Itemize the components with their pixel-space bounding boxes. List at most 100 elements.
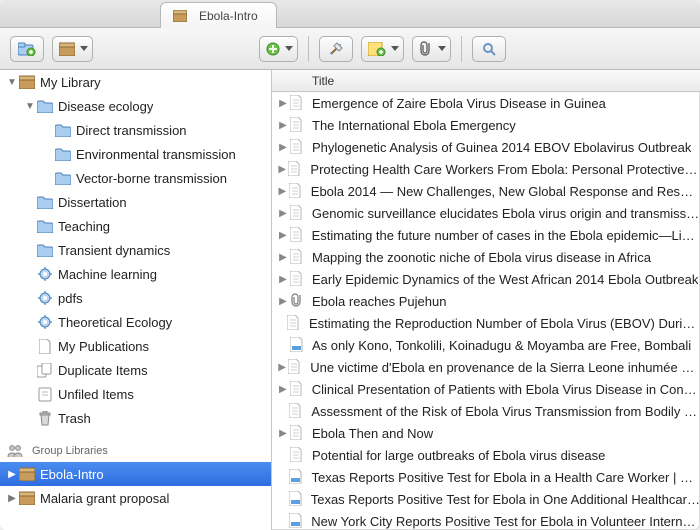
- doc-icon: [290, 227, 306, 243]
- item-row[interactable]: ▶Early Epidemic Dynamics of the West Afr…: [272, 268, 700, 290]
- tree-row[interactable]: Vector-borne transmission: [0, 166, 271, 190]
- item-row[interactable]: ▶Clinical Presentation of Patients with …: [272, 378, 700, 400]
- item-row[interactable]: Potential for large outbreaks of Ebola v…: [272, 444, 700, 466]
- tree-row[interactable]: Dissertation: [0, 190, 271, 214]
- disclosure-closed-icon[interactable]: ▶: [276, 120, 290, 131]
- item-row[interactable]: Estimating the Reproduction Number of Eb…: [272, 312, 700, 334]
- tab-ebola-intro[interactable]: Ebola-Intro: [160, 2, 277, 28]
- doc-icon: [290, 139, 306, 155]
- disclosure-open-icon[interactable]: ▼: [6, 77, 18, 88]
- item-title: As only Kono, Tonkolili, Koinadugu & Moy…: [312, 338, 691, 353]
- tree-row[interactable]: pdfs: [0, 286, 271, 310]
- item-title: Protecting Health Care Workers From Ebol…: [310, 162, 700, 177]
- tree-label: Direct transmission: [76, 123, 187, 138]
- tree-row[interactable]: ▶ Malaria grant proposal: [0, 486, 271, 510]
- new-collection-button[interactable]: [10, 36, 44, 62]
- disclosure-closed-icon[interactable]: ▶: [276, 274, 290, 285]
- item-row[interactable]: ▶Ebola Then and Now: [272, 422, 700, 444]
- tree-label: My Library: [40, 75, 101, 90]
- disclosure-closed-icon[interactable]: ▶: [276, 296, 290, 307]
- item-row[interactable]: As only Kono, Tonkolili, Koinadugu & Moy…: [272, 334, 700, 356]
- item-row[interactable]: ▶ Protecting Health Care Workers From Ebo…: [272, 158, 700, 180]
- item-row[interactable]: ▶ Genomic surveillance elucidates Ebola v…: [272, 202, 700, 224]
- content-pane: Title ▶Emergence of Zaire Ebola Virus Di…: [272, 70, 700, 530]
- doc-icon: [290, 271, 306, 287]
- new-note-button[interactable]: [361, 36, 404, 62]
- tree-row[interactable]: My Publications: [0, 334, 271, 358]
- web-icon: [289, 469, 305, 485]
- web-icon: [289, 513, 305, 529]
- unfiled-icon: [36, 385, 54, 403]
- disclosure-closed-icon[interactable]: ▶: [276, 186, 289, 197]
- item-row[interactable]: ▶ The International Ebola Emergency: [272, 114, 700, 136]
- tree-row[interactable]: ▶Ebola-Intro: [0, 462, 271, 486]
- tree-label: Malaria grant proposal: [40, 491, 169, 506]
- tree-label: Theoretical Ecology: [58, 315, 172, 330]
- disclosure-closed-icon[interactable]: ▶: [276, 142, 290, 153]
- disclosure-closed-icon[interactable]: ▶: [276, 362, 288, 373]
- tree-row[interactable]: Direct transmission: [0, 118, 271, 142]
- disclosure-closed-icon[interactable]: ▶: [276, 384, 290, 395]
- tree-row[interactable]: Teaching: [0, 214, 271, 238]
- tree-row[interactable]: Machine learning: [0, 262, 271, 286]
- tree-label: Duplicate Items: [58, 363, 148, 378]
- chevron-down-icon: [285, 46, 293, 51]
- tree-label: Disease ecology: [58, 99, 153, 114]
- new-library-button[interactable]: [52, 36, 93, 62]
- trash-icon: [36, 409, 54, 427]
- disclosure-closed-icon[interactable]: ▶: [276, 164, 288, 175]
- item-row[interactable]: Texas Reports Positive Test for Ebola in…: [272, 488, 700, 510]
- add-attachment-button[interactable]: [412, 36, 451, 62]
- tree-row[interactable]: Unfiled Items: [0, 382, 271, 406]
- advanced-search-button[interactable]: [472, 36, 506, 62]
- tree-row[interactable]: Transient dynamics: [0, 238, 271, 262]
- gear-icon: [36, 313, 54, 331]
- chevron-down-icon: [438, 46, 446, 51]
- tree-row[interactable]: Environmental transmission: [0, 142, 271, 166]
- disclosure-closed-icon[interactable]: ▶: [6, 493, 18, 504]
- item-row[interactable]: ▶Une victime d'Ebola en provenance de la…: [272, 356, 700, 378]
- add-by-identifier-button[interactable]: [319, 36, 353, 62]
- tree-label: Transient dynamics: [58, 243, 170, 258]
- tree-row[interactable]: Theoretical Ecology: [0, 310, 271, 334]
- separator: [461, 36, 462, 62]
- folder-icon: [54, 169, 72, 187]
- disclosure-closed-icon[interactable]: ▶: [6, 469, 18, 480]
- item-row[interactable]: ▶Emergence of Zaire Ebola Virus Disease …: [272, 92, 700, 114]
- item-row[interactable]: ▶Mapping the zoonotic niche of Ebola vir…: [272, 246, 700, 268]
- box-icon: [18, 465, 36, 483]
- column-header-title[interactable]: Title: [272, 70, 700, 92]
- disclosure-closed-icon[interactable]: ▶: [276, 98, 290, 109]
- new-item-button[interactable]: [259, 36, 298, 62]
- item-title: Estimating the Reproduction Number of Eb…: [309, 316, 700, 331]
- item-title: Potential for large outbreaks of Ebola v…: [312, 448, 605, 463]
- box-icon: [18, 489, 36, 507]
- tree-row[interactable]: Trash: [0, 406, 271, 430]
- item-title: Genomic surveillance elucidates Ebola vi…: [312, 206, 700, 221]
- disclosure-closed-icon[interactable]: ▶: [276, 208, 290, 219]
- tree-label: Unfiled Items: [58, 387, 134, 402]
- item-row[interactable]: Texas Reports Positive Test for Ebola in…: [272, 466, 700, 488]
- item-row[interactable]: ▶Estimating the future number of cases i…: [272, 224, 700, 246]
- tree-row[interactable]: ▼ Disease ecology: [0, 94, 271, 118]
- disclosure-closed-icon[interactable]: ▶: [276, 428, 290, 439]
- item-row[interactable]: ▶Phylogenetic Analysis of Guinea 2014 EB…: [272, 136, 700, 158]
- box-icon: [171, 7, 189, 25]
- doc-icon: [289, 183, 305, 199]
- item-row[interactable]: ▶Ebola 2014 — New Challenges, New Global…: [272, 180, 700, 202]
- disclosure-open-icon[interactable]: ▼: [24, 101, 36, 112]
- disclosure-closed-icon[interactable]: ▶: [276, 230, 290, 241]
- dup-icon: [36, 361, 54, 379]
- item-row[interactable]: ▶Ebola reaches Pujehun: [272, 290, 700, 312]
- item-row[interactable]: New York City Reports Positive Test for …: [272, 510, 700, 530]
- item-title: The International Ebola Emergency: [312, 118, 516, 133]
- tree-label: pdfs: [58, 291, 83, 306]
- doc-icon: [290, 381, 306, 397]
- item-row[interactable]: Assessment of the Risk of Ebola Virus Tr…: [272, 400, 700, 422]
- tree-row[interactable]: ▼ My Library: [0, 70, 271, 94]
- chevron-down-icon: [391, 46, 399, 51]
- tree-label: My Publications: [58, 339, 149, 354]
- disclosure-closed-icon[interactable]: ▶: [276, 252, 290, 263]
- tree-row[interactable]: Duplicate Items: [0, 358, 271, 382]
- tree-label: Dissertation: [58, 195, 127, 210]
